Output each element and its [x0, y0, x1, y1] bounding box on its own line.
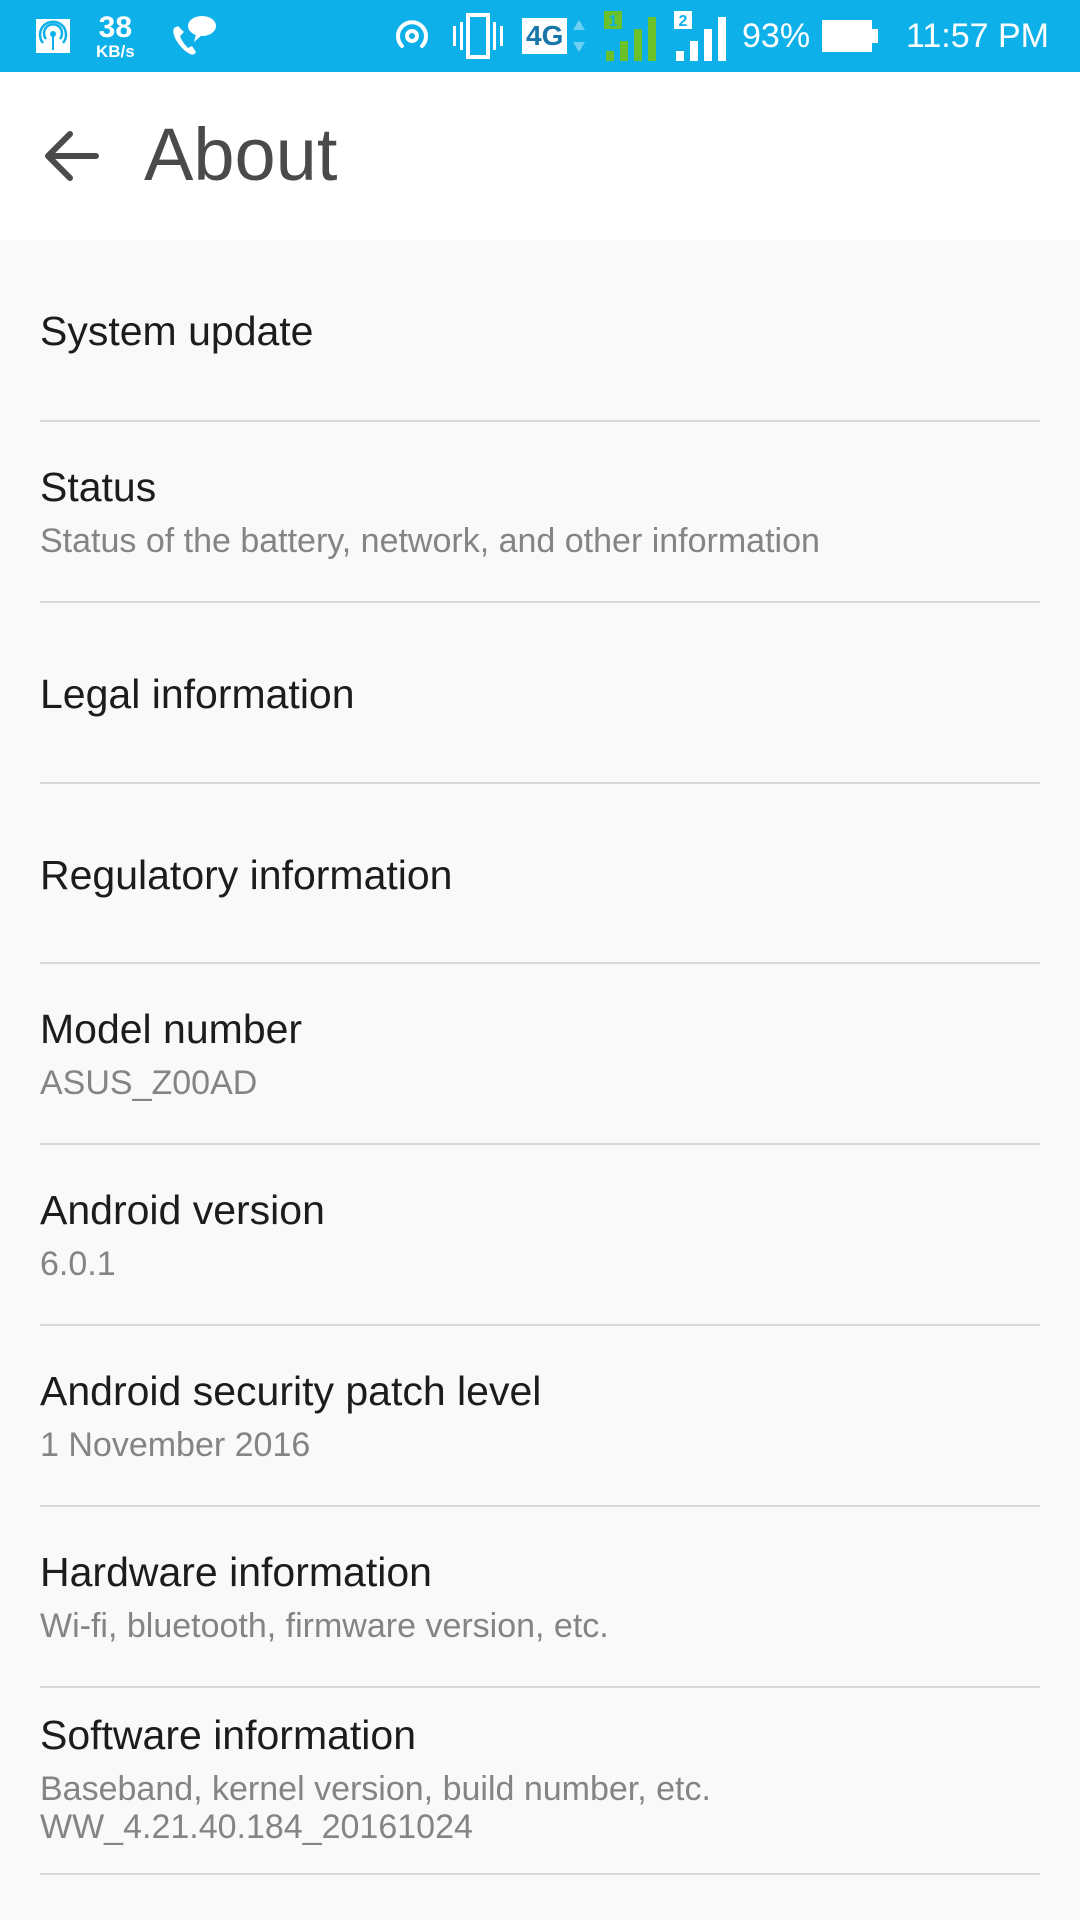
item-summary: 6.0.1 [40, 1245, 116, 1283]
network-speed-unit: KB/s [96, 41, 135, 61]
item-build-number: WW_4.21.40.184_20161024 [40, 1808, 473, 1846]
list-item-security-patch-level: Android security patch level 1 November … [0, 1326, 1080, 1506]
clock: 11:57 PM [906, 16, 1050, 55]
divider [40, 1873, 1040, 1875]
list-item-hardware-information[interactable]: Hardware information Wi-fi, bluetooth, f… [0, 1507, 1080, 1687]
call-message-icon [168, 0, 218, 72]
sim1-signal-icon: 1 [604, 0, 660, 72]
list-item-model-number: Model number ASUS_Z00AD [0, 964, 1080, 1144]
back-arrow-icon [45, 131, 99, 181]
list-item-legal-information[interactable]: Legal information [0, 603, 1080, 783]
item-title: Model number [40, 1006, 303, 1052]
hotspot-notification-icon [36, 0, 70, 72]
network-speed: 38 KB/s [96, 0, 135, 72]
sim1-label: 1 [609, 13, 618, 30]
vibrate-icon [450, 0, 506, 72]
list-item-android-version[interactable]: Android version 6.0.1 [0, 1145, 1080, 1325]
item-summary: 1 November 2016 [40, 1426, 311, 1464]
status-bar: 38 KB/s 4G 1 2 93% 11:57 PM [0, 0, 1080, 72]
item-title: Hardware information [40, 1549, 432, 1595]
item-title: Status [40, 464, 157, 510]
item-summary: Status of the battery, network, and othe… [40, 522, 820, 560]
sim2-signal-icon: 2 [674, 0, 730, 72]
list-item-regulatory-information[interactable]: Regulatory information [0, 784, 1080, 964]
back-button[interactable] [36, 124, 108, 188]
battery-percent: 93% [742, 16, 811, 55]
network-speed-value: 38 [98, 10, 133, 44]
list-item-status[interactable]: Status Status of the battery, network, a… [0, 422, 1080, 602]
item-title: Software information [40, 1712, 417, 1758]
item-title: Android version [40, 1187, 325, 1233]
network-type-badge: 4G [522, 0, 587, 72]
item-title: Legal information [40, 671, 355, 717]
item-title: Android security patch level [40, 1368, 542, 1414]
hotspot-icon [390, 0, 434, 72]
item-summary: ASUS_Z00AD [40, 1064, 258, 1102]
list-item-software-information[interactable]: Software information Baseband, kernel ve… [0, 1688, 1080, 1874]
battery-icon [822, 0, 880, 72]
item-title: Regulatory information [40, 852, 453, 898]
sim2-label: 2 [679, 13, 688, 30]
data-activity-icon [573, 20, 586, 52]
list-item-system-update[interactable]: System update [0, 240, 1080, 421]
app-toolbar: About [0, 72, 1080, 240]
item-summary: Baseband, kernel version, build number, … [40, 1770, 711, 1808]
item-summary: Wi-fi, bluetooth, firmware version, etc. [40, 1607, 609, 1645]
page-title: About [144, 113, 338, 196]
item-title: System update [40, 308, 314, 354]
